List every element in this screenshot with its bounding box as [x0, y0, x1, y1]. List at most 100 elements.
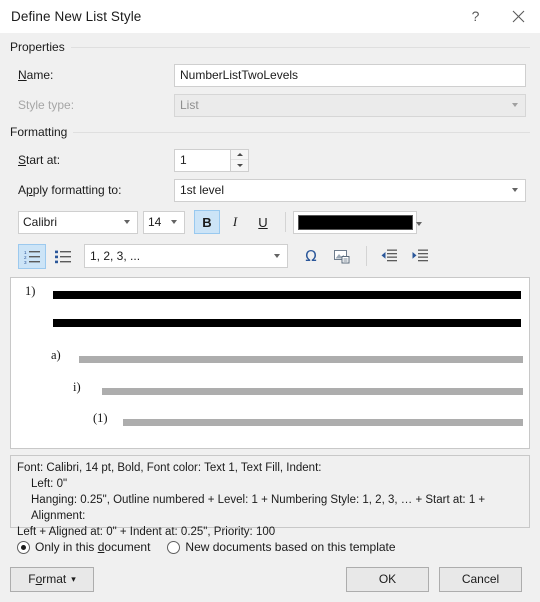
- name-label: Name:: [18, 68, 54, 82]
- description-line-1: Font: Calibri, 14 pt, Bold, Font color: …: [17, 462, 322, 474]
- apply-formatting-dropdown[interactable]: 1st level: [174, 178, 526, 202]
- radio-label: Only in this document: [35, 540, 151, 554]
- cancel-button[interactable]: Cancel: [439, 566, 522, 592]
- radio-new-documents-template[interactable]: New documents based on this template: [167, 540, 396, 554]
- increase-indent-button[interactable]: [405, 244, 433, 269]
- insert-picture-button[interactable]: [328, 244, 356, 269]
- number-format-dropdown[interactable]: 1, 2, 3, ...: [84, 244, 288, 268]
- preview-marker: a): [51, 348, 61, 362]
- bulleted-list-button[interactable]: [49, 244, 77, 269]
- preview-bar: [123, 418, 523, 426]
- apply-formatting-label: Apply formatting to:: [18, 183, 122, 197]
- properties-group-label: Properties: [10, 40, 65, 54]
- close-button[interactable]: [497, 0, 540, 33]
- preview-bar: [53, 319, 521, 327]
- apply-formatting-value: 1st level: [180, 183, 225, 197]
- formatting-group-label: Formatting: [10, 125, 68, 139]
- triangle-down-icon: [236, 163, 243, 167]
- svg-text:3: 3: [24, 260, 27, 264]
- italic-button[interactable]: I: [222, 210, 248, 234]
- list-toolbar: 1 2 3 1, 2, 3, ... Ω: [10, 242, 530, 270]
- bold-button[interactable]: B: [194, 210, 220, 234]
- style-type-label: Style type:: [18, 98, 75, 112]
- chevron-down-icon[interactable]: [118, 212, 137, 233]
- preview-line: 1): [25, 285, 525, 299]
- numbered-list-button[interactable]: 1 2 3: [18, 243, 46, 269]
- number-format-value: 1, 2, 3, ...: [90, 249, 141, 263]
- font-color-picker[interactable]: [293, 210, 417, 234]
- preview-line: a): [51, 349, 529, 363]
- chevron-down-icon[interactable]: [268, 246, 287, 267]
- preview-bar: [102, 387, 523, 395]
- preview-bar: [79, 355, 523, 363]
- start-at-spin-buttons[interactable]: [230, 148, 249, 172]
- radio-indicator: [167, 540, 181, 554]
- name-row: Name: NumberListTwoLevels: [10, 62, 530, 88]
- help-button[interactable]: ?: [454, 0, 497, 33]
- preview-marker: [25, 326, 51, 327]
- close-icon: [512, 10, 525, 22]
- font-size-dropdown[interactable]: 14: [143, 210, 185, 234]
- title-bar: Define New List Style ?: [0, 0, 540, 33]
- font-size-value: 14: [148, 215, 162, 229]
- toolbar-separator: [366, 246, 367, 266]
- font-family-value: Calibri: [23, 215, 58, 229]
- style-type-value: List: [180, 98, 199, 112]
- dialog-title: Define New List Style: [11, 8, 142, 24]
- preview-line: i): [73, 381, 529, 395]
- spinner-down-button[interactable]: [231, 160, 248, 171]
- question-mark-icon: ?: [471, 8, 480, 24]
- description-line-3: Hanging: 0.25", Outline numbered + Level…: [31, 494, 486, 522]
- group-divider: [73, 131, 530, 133]
- radio-label: New documents based on this template: [185, 540, 396, 554]
- chevron-down-icon[interactable]: [165, 212, 184, 233]
- radio-only-in-this-document[interactable]: Only in this document: [17, 540, 150, 554]
- name-input[interactable]: NumberListTwoLevels: [174, 63, 526, 87]
- ok-button[interactable]: OK: [346, 566, 429, 592]
- start-at-value: 1: [180, 153, 187, 167]
- description-line-4: Left + Aligned at: 0" + Indent at: 0.25"…: [17, 526, 276, 538]
- define-new-list-style-dialog: Define New List Style ? Properties Name:…: [0, 0, 540, 602]
- font-color-swatch: [298, 214, 413, 230]
- list-preview: 1) a) i) (1): [10, 277, 530, 449]
- preview-marker: (1): [93, 411, 108, 425]
- font-family-dropdown[interactable]: Calibri: [18, 210, 138, 234]
- style-description: Font: Calibri, 14 pt, Bold, Font color: …: [10, 455, 530, 538]
- underline-button[interactable]: U: [250, 210, 276, 234]
- spinner-up-button[interactable]: [231, 150, 248, 160]
- decrease-indent-button[interactable]: [374, 244, 402, 269]
- radio-indicator: [17, 540, 30, 554]
- increase-indent-icon: [412, 249, 428, 262]
- toolbar-separator: [285, 212, 286, 232]
- triangle-up-icon: [236, 152, 243, 156]
- font-toolbar: Calibri 14 B I U: [10, 209, 530, 235]
- format-button[interactable]: Format ▾: [10, 566, 94, 592]
- bulleted-list-icon: [54, 250, 71, 263]
- style-type-dropdown: List: [174, 93, 526, 117]
- name-input-value: NumberListTwoLevels: [180, 68, 299, 82]
- caret-down-icon: ▾: [71, 573, 76, 584]
- preview-bar: [53, 290, 521, 299]
- insert-symbol-button[interactable]: Ω: [297, 244, 325, 269]
- preview-marker: i): [73, 380, 81, 394]
- numbered-list-icon: 1 2 3: [24, 250, 40, 264]
- insert-picture-icon: [333, 249, 349, 263]
- omega-symbol-icon: Ω: [305, 247, 317, 265]
- scope-radio-group: Only in this document New documents base…: [10, 540, 530, 554]
- format-button-label: Format: [28, 572, 67, 586]
- preview-line: (1): [93, 412, 529, 426]
- chevron-down-icon[interactable]: [506, 180, 525, 201]
- start-at-input[interactable]: 1: [174, 148, 230, 172]
- start-at-label: Start at:: [18, 153, 61, 167]
- chevron-down-icon: [506, 95, 525, 116]
- start-at-stepper[interactable]: 1: [174, 148, 249, 172]
- style-type-row: Style type: List: [10, 92, 530, 118]
- apply-formatting-row: Apply formatting to: 1st level: [10, 177, 530, 203]
- preview-line: [25, 319, 525, 327]
- dialog-footer: Format ▾ OK Cancel: [0, 556, 540, 602]
- properties-group-header: Properties: [10, 36, 530, 58]
- preview-marker: 1): [25, 284, 36, 298]
- start-at-row: Start at: 1: [10, 147, 530, 173]
- decrease-indent-icon: [381, 249, 397, 262]
- dialog-body: Properties Name: NumberListTwoLevels Sty…: [0, 33, 540, 556]
